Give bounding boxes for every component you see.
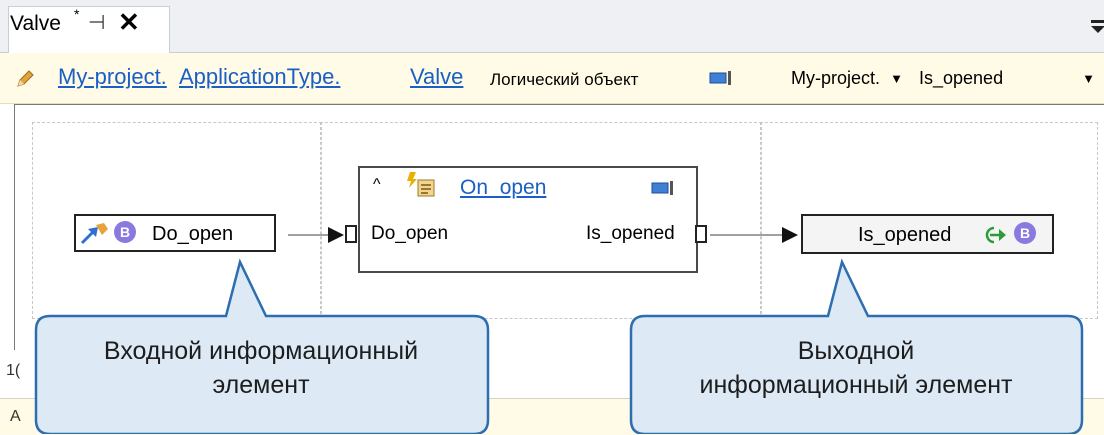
input-callout-line2: элемент [212,371,310,399]
output-callout-line2: информационный элемент [699,371,1013,399]
output-callout-text: Выходной информационный элемент [636,334,1076,402]
output-callout-line1: Выходной [797,337,915,365]
input-callout-line1: Входной информационный [103,337,419,365]
input-callout-text: Входной информационный элемент [46,334,476,402]
